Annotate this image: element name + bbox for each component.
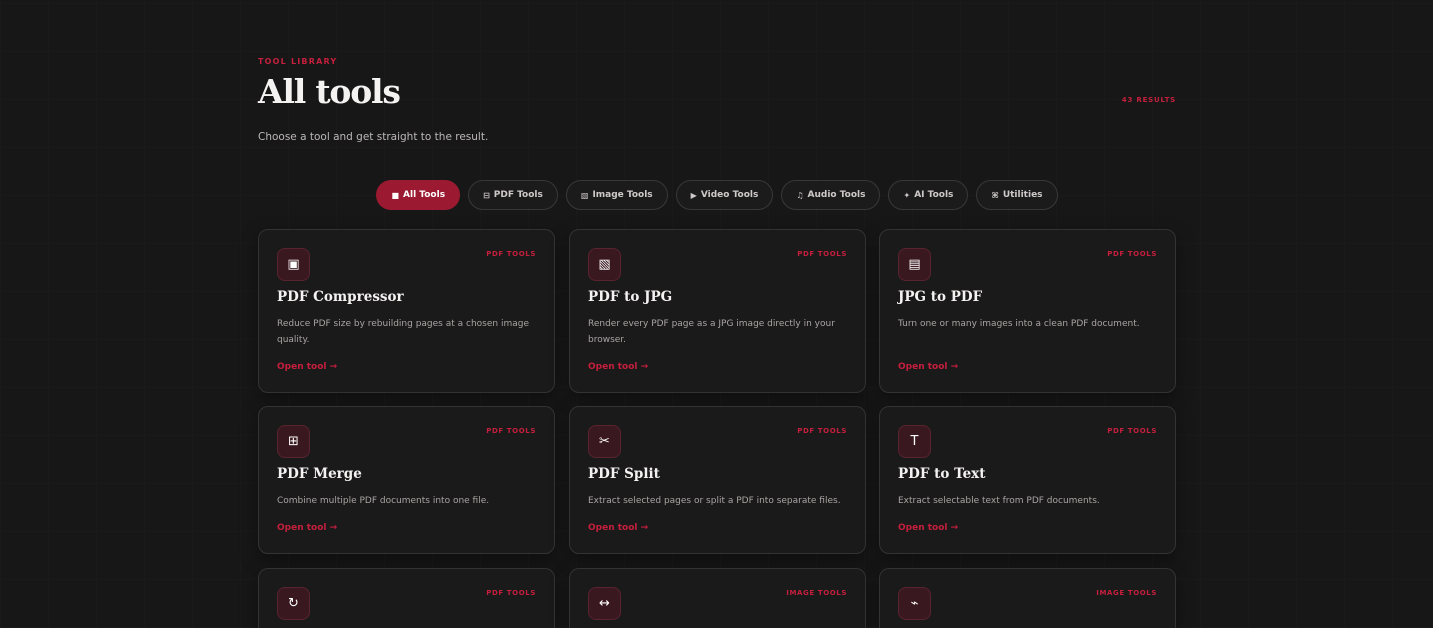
tool-name: PDF Merge xyxy=(277,466,362,482)
open-tool-link[interactable]: Open tool → xyxy=(277,362,337,372)
image-icon: ▧ xyxy=(588,248,621,281)
tool-name: PDF Split xyxy=(588,466,660,482)
rotate-icon: ↻ xyxy=(277,587,310,620)
section-eyebrow: TOOL LIBRARY xyxy=(258,57,338,66)
category-filters: ■ All Tools ⊟ PDF Tools ▧ Image Tools ▶ … xyxy=(258,180,1176,210)
tool-category: IMAGE TOOLS xyxy=(1096,589,1157,597)
filter-audio-tools[interactable]: ♫ Audio Tools xyxy=(781,180,881,210)
tool-category: PDF TOOLS xyxy=(486,589,536,597)
tool-category: PDF TOOLS xyxy=(797,427,847,435)
filter-label: PDF Tools xyxy=(493,190,543,200)
tool-card-pdf-split[interactable]: ✂ PDF TOOLS PDF Split Extract selected p… xyxy=(569,406,866,554)
filter-label: Image Tools xyxy=(592,190,653,200)
tool-name: JPG to PDF xyxy=(898,289,983,305)
tool-card-resize[interactable]: ↔ IMAGE TOOLS xyxy=(569,568,866,628)
open-tool-link[interactable]: Open tool → xyxy=(277,523,337,533)
crop-icon: ⌁ xyxy=(898,587,931,620)
sparkle-icon: ✦ xyxy=(903,190,911,200)
tool-description: Turn one or many images into a clean PDF… xyxy=(898,319,1140,329)
tool-description: Extract selected pages or split a PDF in… xyxy=(588,496,841,506)
results-count: 43 RESULTS xyxy=(1121,96,1176,104)
open-tool-link[interactable]: Open tool → xyxy=(898,362,958,372)
command-icon: ⌘ xyxy=(991,190,999,200)
tool-description: Reduce PDF size by rebuilding pages at a… xyxy=(277,319,529,345)
tool-card-pdf-merge[interactable]: ⊞ PDF TOOLS PDF Merge Combine multiple P… xyxy=(258,406,555,554)
tool-category: PDF TOOLS xyxy=(486,427,536,435)
resize-icon: ↔ xyxy=(588,587,621,620)
open-tool-link[interactable]: Open tool → xyxy=(588,523,648,533)
filter-label: Utilities xyxy=(1002,190,1043,200)
play-icon: ▶ xyxy=(690,190,697,200)
merge-icon: ⊞ xyxy=(277,425,310,458)
tool-description: Extract selectable text from PDF documen… xyxy=(898,496,1100,506)
page-subtitle: Choose a tool and get straight to the re… xyxy=(258,131,489,143)
tool-card-pdf-to-jpg[interactable]: ▧ PDF TOOLS PDF to JPG Render every PDF … xyxy=(569,229,866,393)
music-icon: ♫ xyxy=(796,190,804,200)
filter-label: Audio Tools xyxy=(807,190,866,200)
filter-pdf-tools[interactable]: ⊟ PDF Tools xyxy=(468,180,558,210)
filter-video-tools[interactable]: ▶ Video Tools xyxy=(675,180,774,210)
tool-description: Render every PDF page as a JPG image dir… xyxy=(588,319,835,345)
tool-category: IMAGE TOOLS xyxy=(786,589,847,597)
tool-category: PDF TOOLS xyxy=(797,250,847,258)
filter-ai-tools[interactable]: ✦ AI Tools xyxy=(888,180,969,210)
pdf-icon: ⊟ xyxy=(483,190,490,200)
filter-image-tools[interactable]: ▧ Image Tools xyxy=(565,180,668,210)
filter-utilities[interactable]: ⌘ Utilities xyxy=(976,180,1058,210)
filter-label: All Tools xyxy=(403,190,446,200)
tool-card-rotate[interactable]: ↻ PDF TOOLS xyxy=(258,568,555,628)
document-icon: ▤ xyxy=(898,248,931,281)
page-title: All tools xyxy=(258,72,401,111)
tool-category: PDF TOOLS xyxy=(486,250,536,258)
tool-name: PDF Compressor xyxy=(277,289,404,305)
tool-card-pdf-to-text[interactable]: T PDF TOOLS PDF to Text Extract selectab… xyxy=(879,406,1176,554)
image-icon: ▧ xyxy=(580,190,589,200)
open-tool-link[interactable]: Open tool → xyxy=(588,362,648,372)
tool-name: PDF to Text xyxy=(898,466,986,482)
filter-all-tools[interactable]: ■ All Tools xyxy=(376,180,461,210)
tool-name: PDF to JPG xyxy=(588,289,673,305)
tool-category: PDF TOOLS xyxy=(1107,427,1157,435)
text-icon: T xyxy=(898,425,931,458)
tool-card-crop[interactable]: ⌁ IMAGE TOOLS xyxy=(879,568,1176,628)
filter-label: AI Tools xyxy=(914,190,954,200)
tool-description: Combine multiple PDF documents into one … xyxy=(277,496,490,506)
grid-icon: ■ xyxy=(391,190,400,200)
open-tool-link[interactable]: Open tool → xyxy=(898,523,958,533)
compress-icon: ▣ xyxy=(277,248,310,281)
filter-label: Video Tools xyxy=(700,190,759,200)
tool-card-pdf-compressor[interactable]: ▣ PDF TOOLS PDF Compressor Reduce PDF si… xyxy=(258,229,555,393)
tool-category: PDF TOOLS xyxy=(1107,250,1157,258)
scissors-icon: ✂ xyxy=(588,425,621,458)
tool-card-jpg-to-pdf[interactable]: ▤ PDF TOOLS JPG to PDF Turn one or many … xyxy=(879,229,1176,393)
